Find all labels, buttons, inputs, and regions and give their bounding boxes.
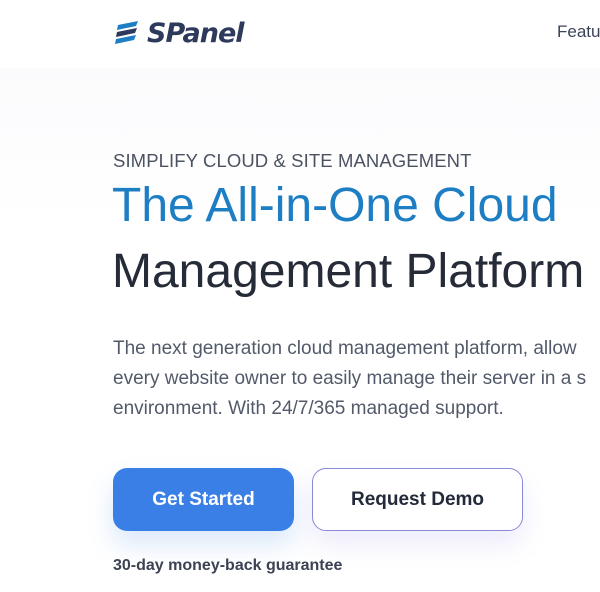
hero-description: The next generation cloud management pla… bbox=[113, 334, 586, 424]
get-started-button[interactable]: Get Started bbox=[113, 468, 294, 531]
hero-description-line: The next generation cloud management pla… bbox=[113, 338, 577, 359]
brand-name: SPanel bbox=[147, 17, 245, 49]
nav-item-features[interactable]: Featu bbox=[557, 22, 600, 42]
site-header: SPanel Featu bbox=[0, 0, 600, 68]
brand-logo[interactable]: SPanel bbox=[113, 16, 245, 50]
hero-eyebrow: SIMPLIFY CLOUD & SITE MANAGEMENT bbox=[113, 150, 472, 171]
hero-description-line: environment. With 24/7/365 managed suppo… bbox=[113, 398, 504, 419]
hero-description-line: every website owner to easily manage the… bbox=[113, 368, 587, 389]
money-back-guarantee: 30-day money-back guarantee bbox=[113, 557, 343, 574]
request-demo-button[interactable]: Request Demo bbox=[312, 468, 523, 531]
hero-title-line-2: Management Platform bbox=[112, 245, 585, 298]
hero-section: SIMPLIFY CLOUD & SITE MANAGEMENT The All… bbox=[0, 68, 600, 592]
hero-title-line-1: The All-in-One Cloud bbox=[112, 179, 558, 232]
spanel-logo-icon bbox=[115, 21, 138, 44]
